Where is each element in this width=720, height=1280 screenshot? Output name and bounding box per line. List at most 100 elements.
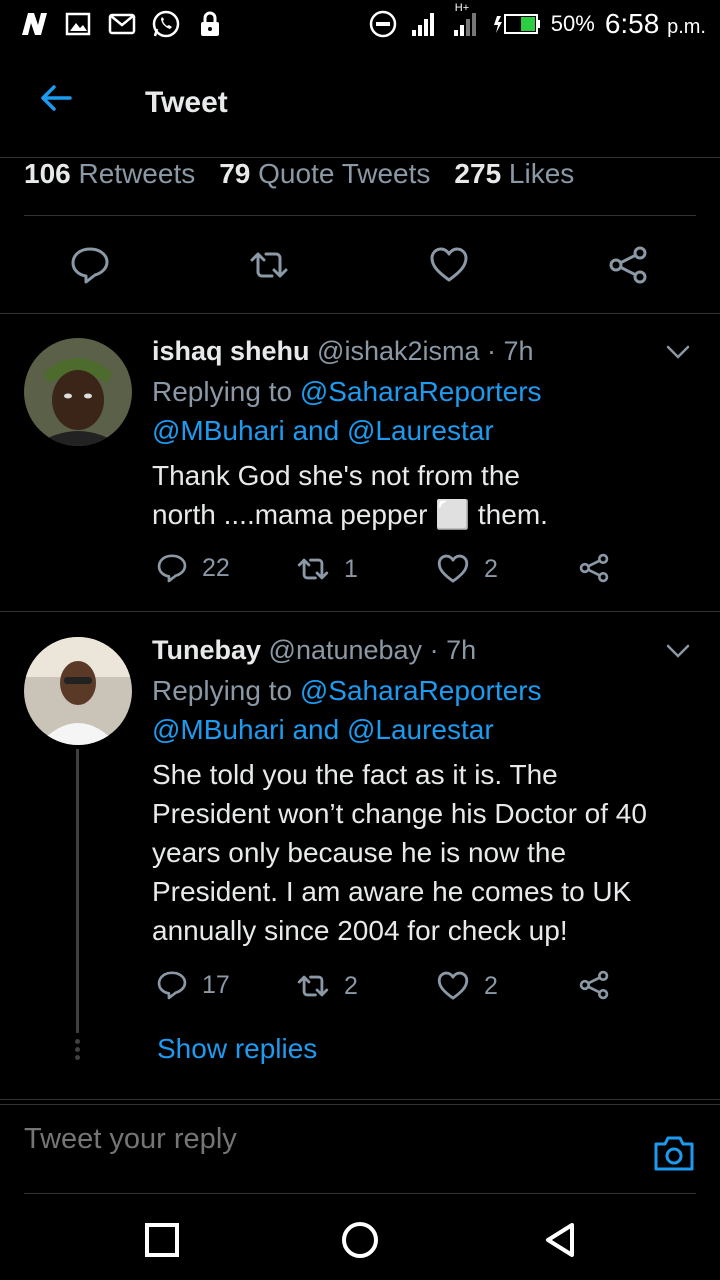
- share-icon: [579, 970, 609, 1000]
- mention-link[interactable]: @MBuhari: [152, 415, 285, 446]
- status-left-icons: [18, 8, 226, 40]
- tweet-text-line: President won’t change his Doctor of 40: [152, 798, 647, 829]
- page-title: Tweet: [145, 86, 228, 119]
- tweet-stats: 106 Retweets 79 Quote Tweets 275 Likes: [24, 158, 696, 216]
- tweet-actions: 22 1 2: [152, 552, 622, 592]
- share-button[interactable]: [607, 244, 649, 286]
- tweet-text-line: President. I am aware he comes to UK: [152, 876, 632, 907]
- timestamp: · 7h: [487, 336, 534, 366]
- camera-icon: [654, 1136, 694, 1171]
- reply-count: 17: [202, 970, 230, 999]
- tweet-actions: 17 2 2: [152, 969, 622, 1009]
- clock-ampm: p.m.: [667, 16, 706, 38]
- mention-link[interactable]: @SaharaReporters: [300, 675, 542, 706]
- tweet-text-line: She told you the fact as it is. The: [152, 759, 558, 790]
- n-icon: [18, 8, 50, 40]
- clock: 6:58 p.m.: [605, 8, 706, 40]
- like-button[interactable]: 2: [436, 552, 498, 586]
- tweet-action-bar: [0, 216, 720, 314]
- tweet-text: Thank God she's not from the north ....m…: [152, 456, 697, 534]
- mention-link[interactable]: @Laurestar: [347, 415, 494, 446]
- retweet-button[interactable]: [248, 244, 290, 286]
- mention-link[interactable]: @SaharaReporters: [300, 376, 542, 407]
- gmail-icon: [106, 8, 138, 40]
- dnd-icon: [367, 8, 399, 40]
- show-replies-link[interactable]: Show replies: [157, 1033, 317, 1065]
- more-options-button[interactable]: [664, 637, 692, 665]
- chevron-down-icon: [666, 345, 690, 359]
- camera-button[interactable]: [652, 1133, 696, 1173]
- heart-icon: [437, 971, 469, 1000]
- retweet-button[interactable]: 2: [296, 969, 358, 1003]
- mention-link[interactable]: @MBuhari: [152, 714, 285, 745]
- circle-icon: [342, 1222, 378, 1258]
- retweets-count: 106: [24, 158, 71, 189]
- tweet-header: Tunebay @natunebay · 7h: [152, 635, 476, 666]
- reply-button[interactable]: [69, 244, 111, 286]
- arrow-left-icon: [41, 85, 72, 111]
- home-button[interactable]: [340, 1220, 380, 1260]
- status-right-icons: H+ 50% 6:58 p.m.: [367, 2, 706, 40]
- like-count: 2: [484, 554, 498, 583]
- signal-icon-2: H+: [451, 2, 483, 40]
- likes-stat[interactable]: 275 Likes: [454, 158, 574, 215]
- and-text: and: [284, 415, 347, 446]
- avatar[interactable]: [24, 338, 132, 446]
- thread-line: [76, 749, 79, 1033]
- reply-composer: [0, 1104, 720, 1194]
- like-button[interactable]: 2: [436, 969, 498, 1003]
- clock-time: 6:58: [604, 8, 660, 39]
- handle[interactable]: @natunebay: [269, 635, 423, 665]
- lock-icon: [194, 8, 226, 40]
- comment-icon: [157, 971, 187, 1000]
- reply-tweet[interactable]: Tunebay @natunebay · 7h Replying to @Sah…: [0, 613, 720, 1100]
- reply-tweet[interactable]: ishaq shehu @ishak2isma · 7h Replying to…: [0, 314, 720, 612]
- retweet-icon: [297, 558, 329, 580]
- comment-icon: [157, 554, 187, 583]
- divider: [24, 1193, 696, 1194]
- signal-icon: [409, 8, 441, 40]
- likes-count: 275: [454, 158, 502, 189]
- replying-prefix: Replying to: [152, 675, 300, 706]
- retweet-button[interactable]: 1: [296, 552, 358, 586]
- retweets-label: Retweets: [78, 158, 196, 189]
- square-icon: [145, 1223, 179, 1257]
- gallery-icon: [62, 8, 94, 40]
- avatar[interactable]: [24, 637, 132, 745]
- display-name[interactable]: Tunebay: [152, 635, 261, 665]
- reply-button[interactable]: 17: [156, 969, 230, 1001]
- share-button[interactable]: [578, 552, 610, 584]
- whatsapp-icon: [150, 8, 182, 40]
- handle[interactable]: @ishak2isma: [317, 336, 479, 366]
- top-app-bar: Tweet: [0, 52, 720, 158]
- share-button[interactable]: [578, 969, 610, 1001]
- chevron-down-icon: [666, 644, 690, 658]
- triangle-back-icon: [546, 1223, 574, 1257]
- more-options-button[interactable]: [664, 338, 692, 366]
- recents-button[interactable]: [142, 1220, 182, 1260]
- thread-dots: [75, 1039, 80, 1060]
- reply-count: 22: [202, 553, 230, 582]
- tweet-text-line: north ....mama pepper ⬜ them.: [152, 499, 548, 530]
- reply-input[interactable]: [24, 1123, 624, 1156]
- retweets-stat[interactable]: 106 Retweets: [24, 158, 195, 215]
- mention-link[interactable]: @Laurestar: [347, 714, 494, 745]
- status-bar: H+ 50% 6:58 p.m.: [0, 0, 720, 52]
- heart-icon: [437, 554, 469, 583]
- display-name[interactable]: ishaq shehu: [152, 336, 310, 366]
- system-nav-bar: [0, 1196, 720, 1280]
- like-count: 2: [484, 971, 498, 1000]
- tweet-text-line: annually since 2004 for check up!: [152, 915, 568, 946]
- replying-to: Replying to @SaharaReporters @MBuhari an…: [152, 372, 692, 450]
- reply-button[interactable]: 22: [156, 552, 230, 584]
- tweet-header: ishaq shehu @ishak2isma · 7h: [152, 336, 534, 367]
- quote-tweets-stat[interactable]: 79 Quote Tweets: [219, 158, 430, 215]
- back-nav-button[interactable]: [540, 1220, 580, 1260]
- back-button[interactable]: [36, 78, 76, 118]
- share-icon: [579, 553, 609, 583]
- tweet-text-line: Thank God she's not from the: [152, 460, 520, 491]
- like-button[interactable]: [428, 244, 470, 286]
- retweet-count: 2: [344, 971, 358, 1000]
- timestamp: · 7h: [429, 635, 477, 665]
- tweet-text-line: years only because he is now the: [152, 837, 567, 868]
